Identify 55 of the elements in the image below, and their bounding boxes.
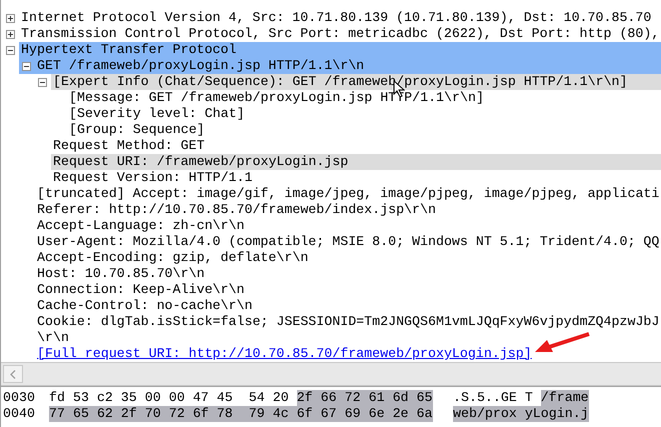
hex-byte: 47 (192, 390, 210, 406)
hex-byte: 62 (96, 406, 121, 422)
tree-item[interactable]: Cookie: dlgTab.isStick=false; JSESSIONID=Tm2JNGQS6M1vmLJQqFxyW6vjpydmZQ4pzwJbJ (37, 314, 660, 329)
ascii-text: /frame (540, 390, 589, 406)
ascii-text: .S.5..GE T (453, 390, 534, 406)
hex-byte: 6d (392, 390, 417, 406)
tree-item[interactable]: Request Method: GET (53, 138, 205, 153)
hex-offset: 0030 (2, 390, 36, 406)
hex-byte: 69 (344, 406, 369, 422)
hex-byte: 53 (72, 390, 90, 406)
hex-byte: 2f (296, 390, 321, 406)
hex-byte: 6f (296, 406, 321, 422)
full-uri-link[interactable]: [Full request URI: http://10.70.85.70/frameweb/proxyLogin.jsp] (37, 346, 532, 361)
hex-byte: 6e (368, 406, 393, 422)
hex-byte: 79 (248, 406, 273, 422)
hex-byte: 4c (272, 406, 297, 422)
hex-byte: 00 (144, 390, 162, 406)
tree-item[interactable]: Accept-Encoding: gzip, deflate\r\n (37, 250, 308, 265)
hex-byte: fd (49, 390, 66, 406)
hex-byte: 65 (72, 406, 97, 422)
hex-byte: 20 (272, 390, 290, 406)
hex-byte: 72 (168, 406, 193, 422)
hex-byte: 00 (168, 390, 186, 406)
tree-item[interactable]: Accept-Language: zh-cn\r\n (37, 218, 244, 233)
hex-byte: 2f (120, 406, 145, 422)
tree-item[interactable]: Transmission Control Protocol, Src Port: metricadbc (2622), Dst Port: http (80), (21, 26, 660, 41)
hex-byte: 77 (49, 406, 73, 422)
tree-item[interactable]: Internet Protocol Version 4, Src: 10.71.80.139 (10.71.80.139), Dst: 10.70.85.70 (21, 10, 652, 25)
tree-item[interactable]: [Severity level: Chat] (69, 106, 245, 121)
tree-item[interactable]: [Group: Sequence] (69, 122, 205, 137)
tree-item[interactable]: [truncated] Accept: image/gif, image/jpeg, image/pjpeg, image/pjpeg, applicati (37, 186, 660, 201)
hex-byte: 78 (216, 406, 249, 422)
tree-item[interactable]: \r\n (37, 330, 69, 345)
hex-byte: 66 (320, 390, 345, 406)
hex-byte: 72 (344, 390, 369, 406)
tree-item[interactable]: Connection: Keep-Alive\r\n (37, 282, 244, 297)
tree-item[interactable]: Referer: http://10.70.85.70/frameweb/index.jsp\r\n (37, 202, 436, 217)
tree-item[interactable]: Request Version: HTTP/1.1 (53, 170, 252, 185)
tree-item[interactable]: Host: 10.70.85.70\r\n (37, 266, 205, 281)
hex-byte: 6f (192, 406, 217, 422)
hex-byte: 54 (248, 390, 266, 406)
hex-byte: 67 (320, 406, 345, 422)
ascii-text: web/prox yLogin.j (453, 406, 589, 422)
hex-byte: 45 (216, 390, 234, 406)
hex-byte: 6a (416, 406, 432, 422)
tree-item[interactable]: User-Agent: Mozilla/4.0 (compatible; MSIE 8.0; Windows NT 5.1; Trident/4.0; QQ (37, 234, 660, 249)
tree-item[interactable]: Cache-Control: no-cache\r\n (37, 298, 252, 313)
hex-byte: 2e (392, 406, 417, 422)
tree-item[interactable]: [Message: GET /frameweb/proxyLogin.jsp HTTP/1.1\r\n] (69, 90, 484, 105)
hex-byte: 65 (416, 390, 432, 406)
hex-offset: 0040 (2, 406, 36, 422)
hex-byte: 70 (144, 406, 169, 422)
hex-byte: 61 (368, 390, 393, 406)
hex-byte: c2 (96, 390, 114, 406)
hex-byte: 35 (120, 390, 138, 406)
